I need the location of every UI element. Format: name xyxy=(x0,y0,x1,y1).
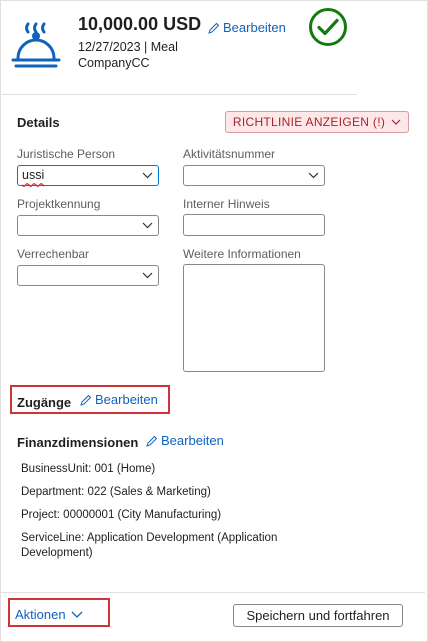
edit-financial-dimensions-label: Bearbeiten xyxy=(161,433,224,448)
dimension-item: Department: 022 (Sales & Marketing) xyxy=(21,486,211,498)
show-policy-button[interactable]: RICHTLINIE ANZEIGEN (!) xyxy=(225,111,409,133)
financial-dimensions-heading: Finanzdimensionen xyxy=(17,435,139,450)
edit-zugaenge-label: Bearbeiten xyxy=(95,392,158,407)
check-circle-icon xyxy=(309,8,347,46)
edit-expense-link[interactable]: Bearbeiten xyxy=(208,20,286,35)
actions-label: Aktionen xyxy=(15,607,66,622)
legal-entity-value: ussi xyxy=(22,168,45,182)
chevron-down-icon xyxy=(142,272,153,279)
dimension-item: Project: 00000001 (City Manufacturing) xyxy=(21,509,222,521)
activity-number-select[interactable] xyxy=(183,165,325,186)
project-id-label: Projektkennung xyxy=(17,197,101,211)
expense-date-category: 12/27/2023 | Meal xyxy=(78,40,178,54)
legal-entity-select[interactable]: ussi xyxy=(17,165,159,186)
expense-amount: 10,000.00 USD xyxy=(78,14,202,34)
more-info-textarea[interactable] xyxy=(183,264,325,372)
legal-entity-label: Juristische Person xyxy=(17,147,116,161)
internal-note-label: Interner Hinweis xyxy=(183,197,270,211)
footer-divider xyxy=(1,592,425,593)
billable-label: Verrechenbar xyxy=(17,247,90,261)
chevron-down-icon xyxy=(71,611,83,618)
pencil-icon xyxy=(208,22,220,34)
chevron-down-icon xyxy=(142,222,153,229)
show-policy-label: RICHTLINIE ANZEIGEN (!) xyxy=(232,115,386,129)
internal-note-input[interactable] xyxy=(183,214,325,236)
pencil-icon xyxy=(146,435,158,447)
zugaenge-heading: Zugänge xyxy=(17,395,72,410)
pencil-icon xyxy=(80,394,92,406)
meal-cloche-icon xyxy=(11,22,61,68)
chevron-down-icon xyxy=(308,172,319,179)
project-id-select[interactable] xyxy=(17,215,159,236)
save-and-continue-button[interactable]: Speichern und fortfahren xyxy=(233,604,403,627)
dimension-item: BusinessUnit: 001 (Home) xyxy=(21,463,156,475)
chevron-down-icon xyxy=(142,172,153,179)
payment-method: CompanyCC xyxy=(78,56,150,70)
edit-zugaenge-link[interactable]: Bearbeiten xyxy=(80,392,158,407)
edit-expense-label: Bearbeiten xyxy=(223,20,286,35)
edit-financial-dimensions-link[interactable]: Bearbeiten xyxy=(146,433,224,448)
more-info-label: Weitere Informationen xyxy=(183,247,301,261)
actions-menu-button[interactable]: Aktionen xyxy=(15,607,83,622)
dimension-item: ServiceLine: Application Development (Ap… xyxy=(21,532,278,559)
billable-select[interactable] xyxy=(17,265,159,286)
details-heading: Details xyxy=(17,115,60,130)
activity-number-label: Aktivitätsnummer xyxy=(183,147,276,161)
chevron-down-icon xyxy=(391,119,401,125)
